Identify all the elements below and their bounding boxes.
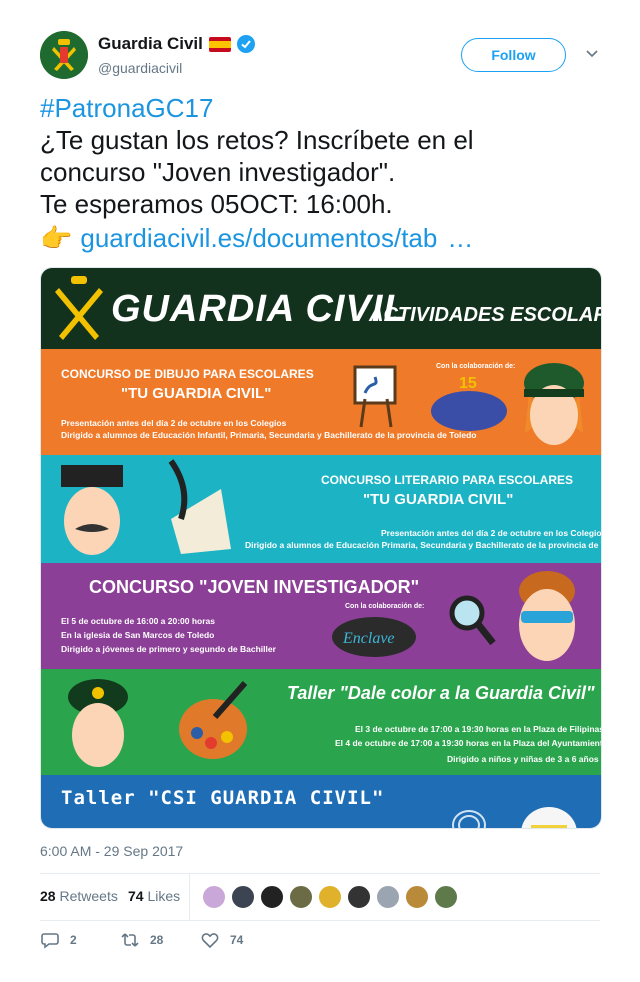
- liker-avatar[interactable]: [405, 885, 429, 909]
- liker-avatar[interactable]: [260, 885, 284, 909]
- section-title: CONCURSO "JOVEN INVESTIGADOR": [89, 577, 420, 597]
- section-title: Taller "Dale color a la Guardia Civil": [287, 683, 595, 703]
- divider: [40, 920, 600, 921]
- magnifying-glass-icon: [449, 595, 496, 646]
- tweet-media-image[interactable]: GUARDIA CIVIL ACTIVIDADES ESCOLARES CONC…: [40, 267, 602, 829]
- liker-avatars: [202, 885, 458, 909]
- liker-avatar[interactable]: [318, 885, 342, 909]
- tweet-line: ¿Te gustan los retos? Inscríbete en el: [40, 125, 474, 155]
- poster-header: GUARDIA CIVIL ACTIVIDADES ESCOLARES: [41, 268, 601, 349]
- retweet-icon: [121, 933, 139, 947]
- reply-count: 2: [70, 933, 77, 947]
- section-text: Presentación antes del día 2 de octubre …: [381, 528, 602, 538]
- svg-text:15: 15: [459, 375, 477, 392]
- section-text: Dirigido a alumnos de Educación Infantil…: [61, 430, 477, 440]
- poster-subtitle: ACTIVIDADES ESCOLARES: [369, 304, 601, 326]
- poster-section-csi: Taller "CSI GUARDIA CIVIL": [41, 775, 601, 828]
- reply-button[interactable]: 2: [40, 930, 77, 950]
- paint-palette-icon: [179, 681, 248, 759]
- reply-icon: [41, 933, 59, 949]
- easel-icon: [353, 365, 397, 428]
- liker-avatar[interactable]: [202, 885, 226, 909]
- liker-avatar[interactable]: [376, 885, 400, 909]
- liker-avatar[interactable]: [347, 885, 371, 909]
- quill-scroll-icon: [168, 459, 231, 554]
- collab-text: Con la colaboración de:: [436, 363, 516, 370]
- poster-title: GUARDIA CIVIL: [111, 288, 408, 330]
- hashtag-link[interactable]: #PatronaGC17: [40, 92, 600, 124]
- follow-button[interactable]: Follow: [461, 38, 566, 72]
- section-title: CONCURSO LITERARIO PARA ESCOLARES: [321, 473, 574, 487]
- fingerprint-icon: [452, 810, 486, 828]
- section-text: El 5 de octubre de 16:00 a 20:00 horas: [61, 616, 216, 626]
- chevron-down-icon[interactable]: [585, 47, 599, 61]
- guard-cap-face-icon: [68, 679, 128, 767]
- tweet-actions: 2 28 74: [40, 930, 600, 954]
- display-name[interactable]: Guardia Civil: [98, 34, 203, 54]
- liker-avatar[interactable]: [434, 885, 458, 909]
- helmet-icon: [521, 807, 577, 828]
- retweets-stat[interactable]: 28 Retweets: [40, 888, 118, 904]
- section-title: "TU GUARDIA CIVIL": [363, 491, 514, 508]
- poster-section-literary: CONCURSO LITERARIO PARA ESCOLARES "TU GU…: [41, 455, 602, 563]
- poster-section-investigator: CONCURSO "JOVEN INVESTIGADOR" El 5 de oc…: [41, 563, 601, 669]
- guardia-civil-emblem-icon: [40, 31, 88, 79]
- boy-sunglasses-face-icon: [519, 571, 575, 661]
- section-text: Dirigido a niños y niñas de 3 a 6 años: [447, 754, 599, 764]
- account-avatar[interactable]: [40, 31, 88, 79]
- tweet-line: concurso "Joven investigador".: [40, 157, 396, 187]
- section-text: El 4 de octubre de 17:00 a 19:30 horas e…: [335, 738, 602, 748]
- tweet-line: Te esperamos 05OCT: 16:00h.: [40, 189, 393, 219]
- heart-icon: [201, 933, 219, 949]
- guard-mustache-face-icon: [61, 465, 123, 555]
- section-text: En la iglesia de San Marcos de Toledo: [61, 630, 215, 640]
- section-title: "TU GUARDIA CIVIL": [121, 385, 272, 402]
- divider: [189, 874, 190, 920]
- verified-badge-icon: [236, 35, 255, 53]
- spain-flag-icon: [208, 36, 231, 52]
- tweet-timestamp[interactable]: 6:00 AM - 29 Sep 2017: [40, 843, 183, 859]
- enclave-logo-icon: Enclave: [332, 617, 416, 657]
- tweet-stats: 28 Retweets 74 Likes: [40, 874, 600, 920]
- section-text: El 3 de octubre de 17:00 a 19:30 horas e…: [355, 724, 602, 734]
- section-title: CONCURSO DE DIBUJO PARA ESCOLARES: [61, 367, 314, 381]
- account-handle[interactable]: @guardiacivil: [98, 60, 182, 76]
- tweet-text: #PatronaGC17 ¿Te gustan los retos? Inscr…: [40, 92, 600, 256]
- poster-section-drawing: CONCURSO DE DIBUJO PARA ESCOLARES "TU GU…: [41, 349, 601, 455]
- poster-section-color: Taller "Dale color a la Guardia Civil" E…: [41, 669, 602, 775]
- name-row: Guardia Civil: [98, 34, 255, 54]
- likes-stat[interactable]: 74 Likes: [128, 888, 180, 904]
- tweet-link[interactable]: guardiacivil.es/documentos/tab…: [80, 222, 473, 254]
- section-text: Presentación antes del día 2 de octubre …: [61, 418, 287, 428]
- link-line: 👉 guardiacivil.es/documentos/tab…: [40, 220, 600, 256]
- pointing-hand-icon: 👉: [40, 223, 73, 253]
- retweet-button[interactable]: 28: [120, 930, 163, 950]
- like-count: 74: [230, 933, 244, 947]
- like-button[interactable]: 74: [200, 930, 243, 950]
- section-title: Taller "CSI GUARDIA CIVIL": [61, 787, 385, 809]
- liker-avatar[interactable]: [231, 885, 255, 909]
- collab-text: Con la colaboración de:: [345, 603, 425, 610]
- retweet-count: 28: [150, 933, 164, 947]
- svg-text:Enclave: Enclave: [342, 630, 395, 647]
- liker-avatar[interactable]: [289, 885, 313, 909]
- section-text: Dirigido a jóvenes de primero y segundo …: [61, 644, 276, 654]
- parque-warner-logo-icon: 15: [431, 375, 507, 431]
- guardia-civil-emblem-icon: [55, 276, 103, 340]
- section-text: Dirigido a alumnos de Educación Primaria…: [245, 540, 602, 550]
- tweet-header: Guardia Civil @guardiacivil Follow: [40, 31, 600, 81]
- guard-woman-face-icon: [524, 363, 584, 445]
